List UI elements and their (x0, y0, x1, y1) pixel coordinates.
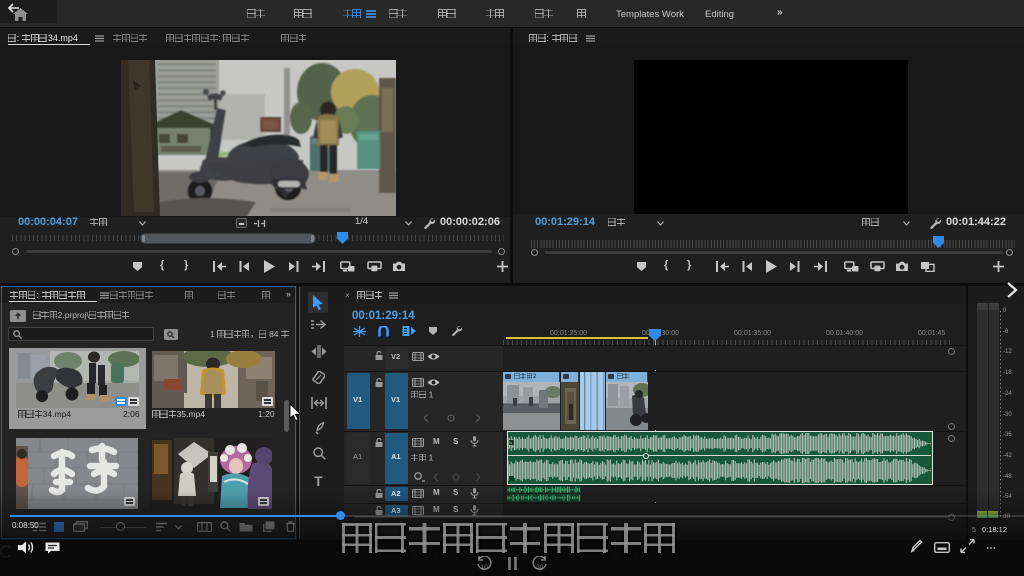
svg-text:30: 30 (536, 564, 544, 571)
svg-text:10: 10 (481, 564, 489, 571)
